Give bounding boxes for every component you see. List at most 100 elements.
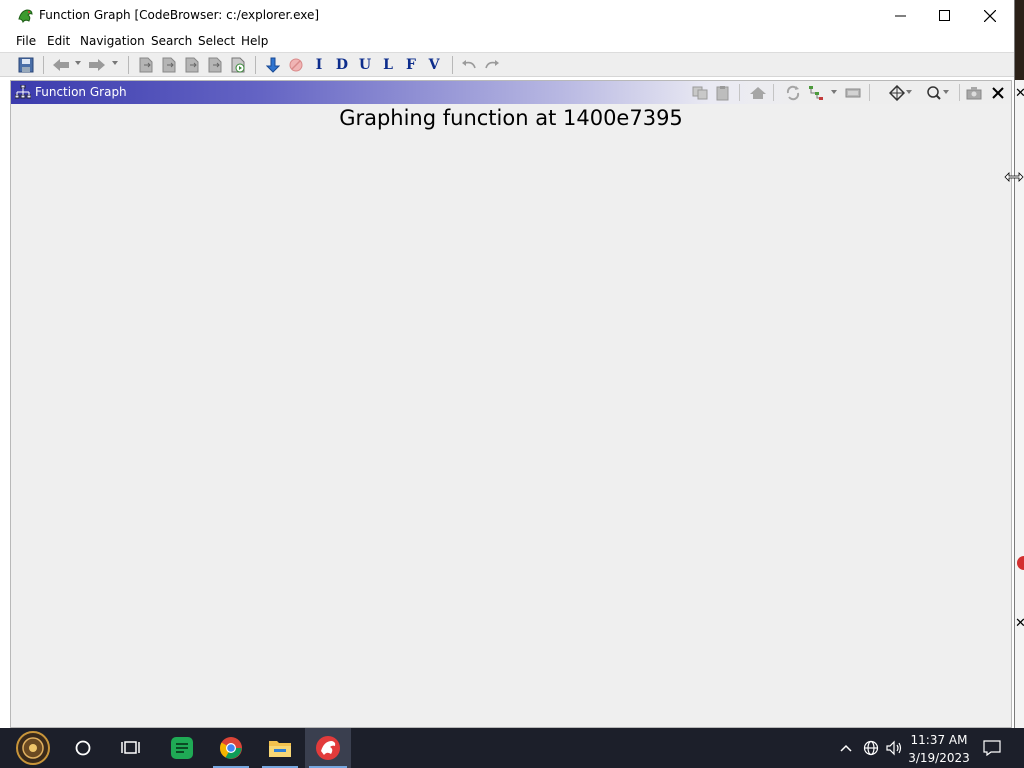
back-button[interactable] [52, 56, 70, 74]
start-button[interactable] [8, 728, 58, 768]
show-hidden-icons-button[interactable] [836, 728, 856, 768]
ghidra-dragon-icon [316, 736, 340, 760]
codebrowser-window: Function Graph [CodeBrowser: c:/explorer… [0, 0, 1015, 728]
doc-arrow-icon [185, 57, 199, 73]
undo-icon [462, 60, 476, 69]
panel-header: Function Graph [11, 81, 1011, 104]
graph-canvas[interactable]: Graphing function at 1400e7395 [11, 104, 1011, 727]
title-bar: Function Graph [CodeBrowser: c:/explorer… [0, 0, 1014, 31]
network-button[interactable] [860, 728, 882, 768]
folder-icon [269, 741, 291, 757]
hover-popup-button[interactable] [925, 84, 943, 101]
close-icon: ✕ [1015, 86, 1024, 101]
task-view-button[interactable] [110, 728, 152, 768]
resize-cursor-icon [1004, 172, 1024, 182]
arrow-left-icon [53, 59, 69, 71]
keyboard-icon [845, 88, 861, 97]
notifications-button[interactable] [978, 728, 1006, 768]
vertex-focus-button[interactable] [888, 84, 906, 101]
menu-file[interactable]: File [16, 34, 36, 48]
search-circle-icon [75, 740, 91, 756]
minimize-icon [894, 15, 906, 17]
letter-l-button[interactable]: L [379, 56, 397, 74]
satellite-view-button[interactable] [844, 84, 862, 101]
menu-search[interactable]: Search [151, 34, 192, 48]
arrow-down-icon [266, 57, 280, 73]
error-icon [1017, 556, 1024, 570]
task-view-icon [121, 741, 140, 754]
refresh-button[interactable] [784, 84, 802, 101]
stop-button[interactable] [287, 56, 305, 74]
ghidra-app-button[interactable] [305, 728, 351, 768]
menu-help[interactable]: Help [241, 34, 268, 48]
next-instruction-button[interactable] [160, 56, 178, 74]
menu-navigation[interactable]: Navigation [80, 34, 145, 48]
minimize-button[interactable] [877, 0, 923, 31]
letter-f-button[interactable]: F [402, 56, 420, 74]
paste-button[interactable] [714, 84, 732, 101]
next-label-button[interactable] [206, 56, 224, 74]
chevron-down-icon[interactable] [906, 90, 912, 94]
next-undefined-button[interactable] [183, 56, 201, 74]
letter-v-button[interactable]: V [425, 56, 443, 74]
sheets-app-button[interactable] [160, 728, 204, 768]
close-panel-button[interactable] [989, 84, 1007, 101]
copy-icon [692, 86, 708, 99]
paste-icon [716, 85, 729, 100]
camera-icon [966, 86, 982, 99]
chevron-down-icon[interactable] [943, 90, 949, 94]
save-icon [18, 57, 34, 73]
refresh-icon [786, 85, 800, 100]
clock-time: 11:37 AM [910, 733, 968, 747]
next-function-button[interactable] [229, 56, 247, 74]
chevron-down-icon[interactable] [831, 90, 837, 94]
redo-button[interactable] [483, 56, 501, 74]
close-icon: ✕ [1015, 616, 1024, 631]
ghidra-dragon-icon [18, 9, 33, 24]
go-home-button[interactable] [749, 84, 767, 101]
letter-d-button[interactable]: D [333, 56, 351, 74]
menu-edit[interactable]: Edit [47, 34, 70, 48]
arrow-right-icon [89, 59, 105, 71]
chrome-icon [220, 737, 242, 759]
menu-bar: File Edit Navigation Search Select Help [0, 31, 1014, 53]
layout-button[interactable] [807, 84, 825, 101]
next-data-button[interactable] [137, 56, 155, 74]
file-explorer-app-button[interactable] [258, 728, 302, 768]
clock[interactable]: 11:37 AM 3/19/2023 [906, 731, 972, 767]
speaker-icon [886, 740, 902, 756]
graph-layout-icon [809, 85, 823, 100]
undo-button[interactable] [460, 56, 478, 74]
navigate-down-button[interactable] [264, 56, 282, 74]
chevron-down-icon[interactable] [112, 61, 118, 65]
chevron-up-icon [840, 744, 852, 752]
save-button[interactable] [17, 56, 35, 74]
menu-select[interactable]: Select [198, 34, 235, 48]
volume-button[interactable] [884, 728, 906, 768]
chevron-down-icon[interactable] [75, 61, 81, 65]
chrome-app-button[interactable] [209, 728, 253, 768]
doc-play-icon [231, 57, 245, 73]
letter-i-button[interactable]: I [310, 56, 328, 74]
copy-button[interactable] [691, 84, 709, 101]
doc-arrow-icon [208, 57, 222, 73]
home-icon [750, 86, 766, 99]
sheets-icon [171, 737, 193, 759]
doc-arrow-icon [139, 57, 153, 73]
graph-icon [15, 85, 31, 99]
function-graph-panel: Function Graph Graphing function at 1400… [10, 80, 1012, 728]
clock-date: 3/19/2023 [908, 751, 970, 765]
magnifier-icon [927, 85, 941, 100]
forward-button[interactable] [88, 56, 106, 74]
doc-arrow-icon [162, 57, 176, 73]
window-title: Function Graph [CodeBrowser: c:/explorer… [39, 8, 320, 22]
redo-icon [485, 60, 499, 69]
close-button[interactable] [967, 0, 1013, 31]
notification-icon [983, 740, 1001, 756]
start-logo-icon [16, 731, 50, 765]
maximize-button[interactable] [921, 0, 967, 31]
search-button[interactable] [62, 728, 104, 768]
taskbar: 11:37 AM 3/19/2023 [0, 728, 1024, 768]
letter-u-button[interactable]: U [356, 56, 374, 74]
snapshot-button[interactable] [965, 84, 983, 101]
